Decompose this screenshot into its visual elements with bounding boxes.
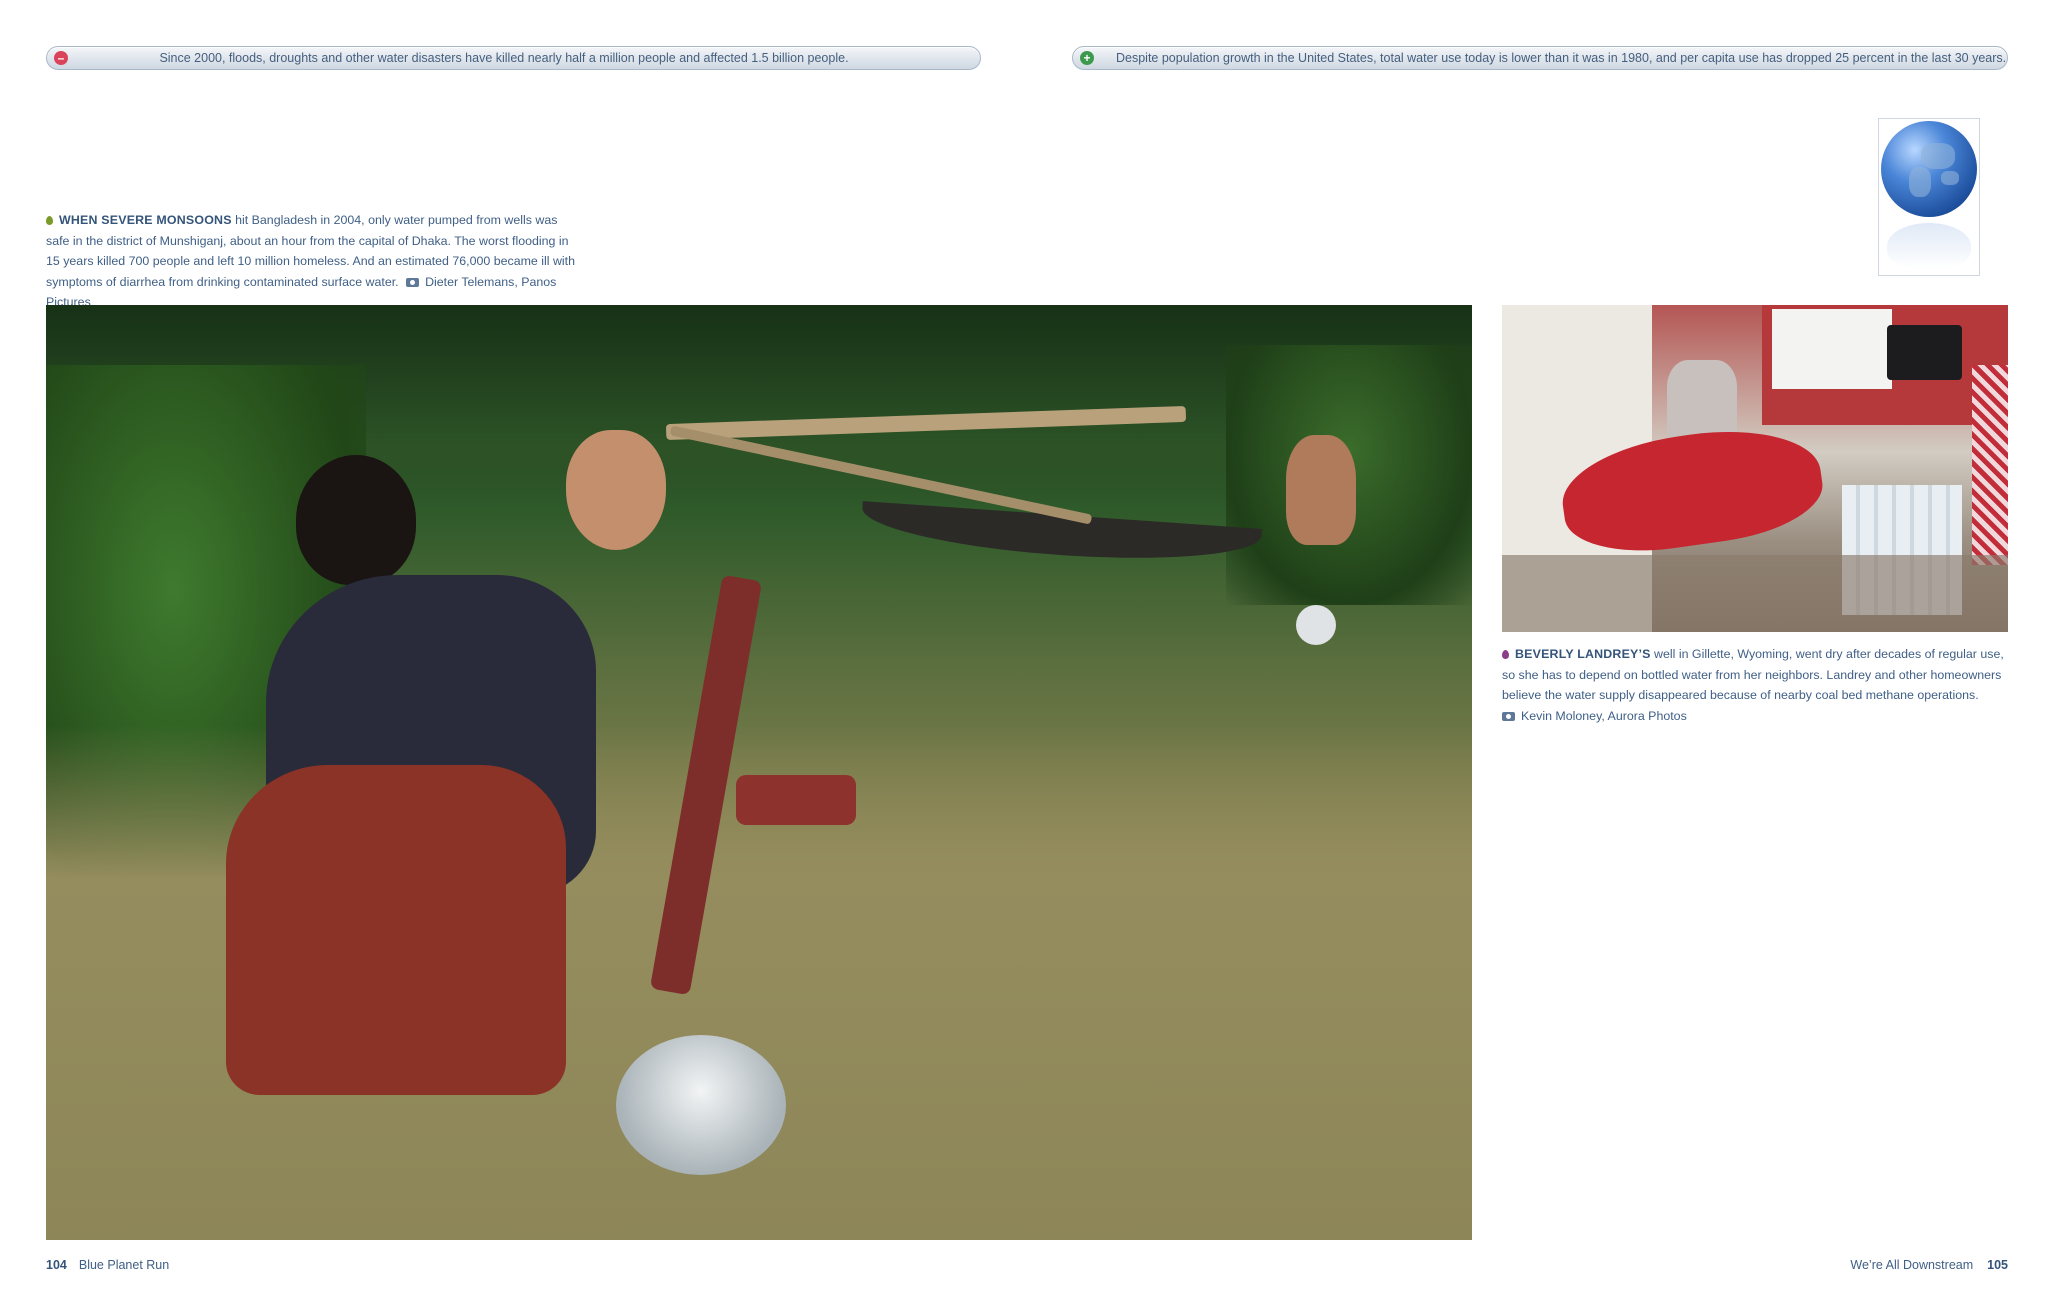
water-drop-icon (46, 216, 53, 225)
page-number-right: 105 (1987, 1258, 2008, 1272)
fact-bar-positive: + Despite population growth in the Unite… (1072, 46, 2008, 70)
caption-lead: When severe monsoons (59, 213, 232, 227)
caption-lead: Beverly Landrey’s (1515, 647, 1651, 661)
flood-photo (46, 305, 1472, 1240)
minus-circle-icon: – (54, 51, 68, 65)
book-title: Blue Planet Run (78, 1258, 170, 1272)
chapter-title: We’re All Downstream (1850, 1258, 1974, 1272)
globe-reflection (1887, 223, 1971, 269)
kitchen-photo (1502, 305, 2008, 632)
page-number-left: 104 (46, 1258, 67, 1272)
caption-monsoon: When severe monsoons hit Bangladesh in 2… (46, 210, 576, 313)
fact-bar-negative: – Since 2000, floods, droughts and other… (46, 46, 981, 70)
plus-circle-icon: + (1080, 51, 1094, 65)
fact-text-negative: Since 2000, floods, droughts and other w… (159, 51, 849, 65)
photo-credit: Kevin Moloney, Aurora Photos (1521, 708, 1687, 723)
globe-icon (1881, 121, 1977, 217)
caption-landrey: Beverly Landrey’s well in Gillette, Wyom… (1502, 644, 2012, 726)
camera-icon (1502, 711, 1515, 721)
water-drop-icon (1502, 650, 1509, 659)
globe-emblem (1878, 118, 1980, 276)
camera-icon (406, 277, 420, 287)
folio-right: We’re All Downstream 105 (1850, 1258, 2008, 1272)
fact-text-positive: Despite population growth in the United … (1116, 51, 2007, 65)
folio-left: 104 Blue Planet Run (46, 1258, 169, 1272)
